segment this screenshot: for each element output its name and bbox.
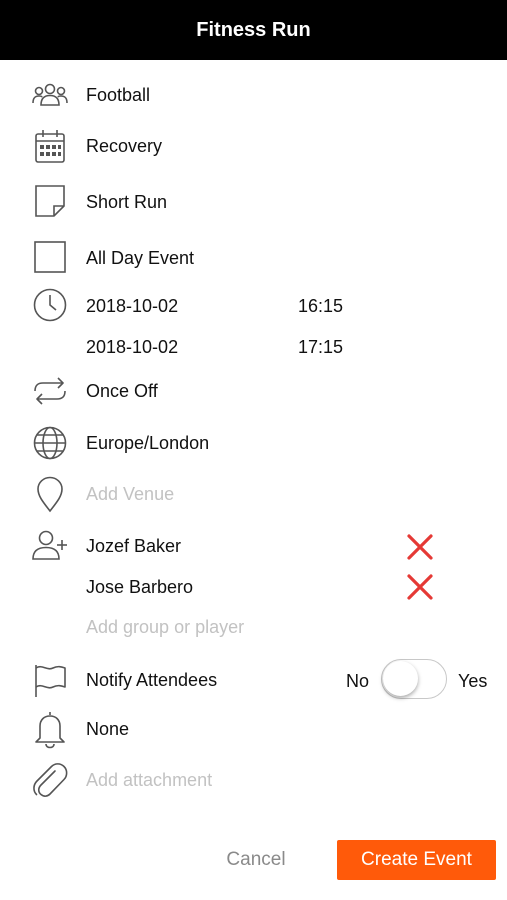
clock-icon (30, 285, 70, 325)
timezone-value[interactable]: Europe/London (86, 431, 209, 455)
end-date[interactable]: 2018-10-02 (86, 335, 178, 359)
create-event-button[interactable]: Create Event (337, 840, 496, 880)
repeat-icon (30, 371, 70, 411)
flag-icon (30, 660, 70, 700)
calendar-icon (30, 127, 70, 167)
start-time[interactable]: 16:15 (298, 294, 343, 318)
add-person-icon (30, 526, 70, 566)
location-pin-icon (30, 474, 70, 514)
cancel-button[interactable]: Cancel (210, 841, 302, 879)
globe-icon (30, 423, 70, 463)
notify-label: Notify Attendees (86, 670, 218, 690)
notify-toggle[interactable] (381, 659, 447, 699)
category-value[interactable]: Recovery (86, 134, 162, 158)
attendee-name: Jozef Baker (86, 536, 182, 556)
reminder-value[interactable]: None (86, 717, 129, 741)
remove-x-icon[interactable] (405, 532, 435, 562)
notify-yes-label: Yes (458, 671, 488, 691)
notify-no-label: No (346, 671, 370, 691)
note-icon (30, 181, 70, 221)
toggle-knob (383, 661, 418, 696)
all-day-label[interactable]: All Day Event (86, 246, 194, 270)
attendee-name: Jose Barbero (86, 577, 194, 597)
start-date[interactable]: 2018-10-02 (86, 294, 178, 318)
venue-field[interactable]: Add Venue (86, 482, 174, 506)
paperclip-icon (30, 760, 70, 800)
remove-x-icon[interactable] (405, 572, 435, 602)
group-icon (30, 75, 70, 115)
end-time[interactable]: 17:15 (298, 335, 343, 359)
repeat-value[interactable]: Once Off (86, 379, 158, 403)
attachment-field[interactable]: Add attachment (86, 768, 212, 792)
team-value[interactable]: Football (86, 83, 150, 107)
app-header: Fitness Run (0, 0, 507, 60)
page-title: Fitness Run (196, 18, 311, 41)
checkbox-icon[interactable] (30, 237, 70, 277)
add-attendee-field[interactable]: Add group or player (86, 615, 244, 639)
event-title-field[interactable]: Short Run (86, 190, 167, 214)
bell-icon (30, 709, 70, 749)
